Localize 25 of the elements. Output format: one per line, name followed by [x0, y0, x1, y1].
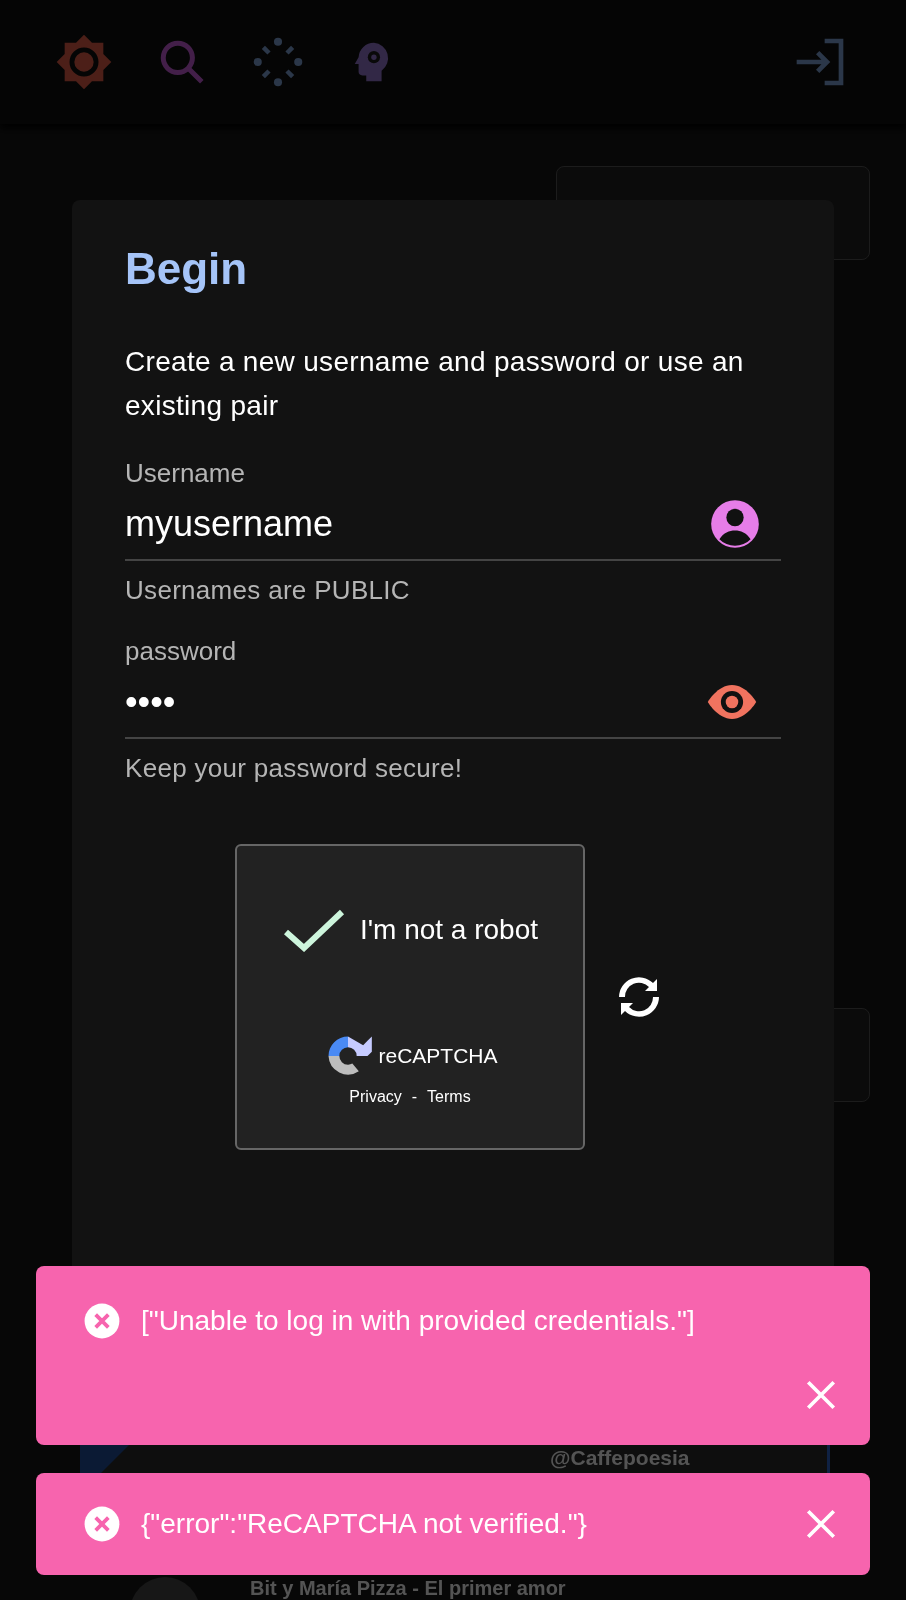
error-icon — [83, 1302, 121, 1340]
error-message: ["Unable to log in with provided credentials."] — [141, 1305, 696, 1337]
dialog-text: Create a new username and password or use an existing pair — [125, 345, 745, 423]
loading-icon[interactable] — [251, 35, 305, 89]
check-icon[interactable] — [281, 908, 346, 952]
brightness-icon[interactable] — [55, 33, 113, 91]
error-icon — [83, 1505, 121, 1543]
privacy-link[interactable]: Privacy — [349, 1088, 402, 1106]
captcha-brand: reCAPTCHA — [378, 1044, 498, 1068]
channel-handle: @Caffepoesia — [550, 1446, 690, 1470]
terms-link[interactable]: Terms — [427, 1088, 471, 1106]
helper-text: Usernames are PUBLIC — [125, 575, 411, 606]
input-field[interactable]: •••• — [125, 667, 781, 739]
captcha-label: I'm not a robot — [359, 914, 539, 946]
link-separator: - — [411, 1088, 418, 1106]
account-icon — [709, 498, 761, 550]
field-label: Username — [125, 458, 246, 489]
field-label: password — [125, 636, 238, 667]
close-icon[interactable] — [804, 1378, 838, 1412]
close-icon[interactable] — [804, 1507, 838, 1541]
dialog-title: Begin — [125, 244, 249, 294]
input-field[interactable]: myusername — [125, 489, 781, 561]
video-title: Bit y María Pizza - El primer amor — [250, 1577, 566, 1599]
error-message: {"error":"ReCAPTCHA not verified."} — [141, 1508, 588, 1540]
helper-text: Keep your password secure! — [125, 753, 464, 784]
